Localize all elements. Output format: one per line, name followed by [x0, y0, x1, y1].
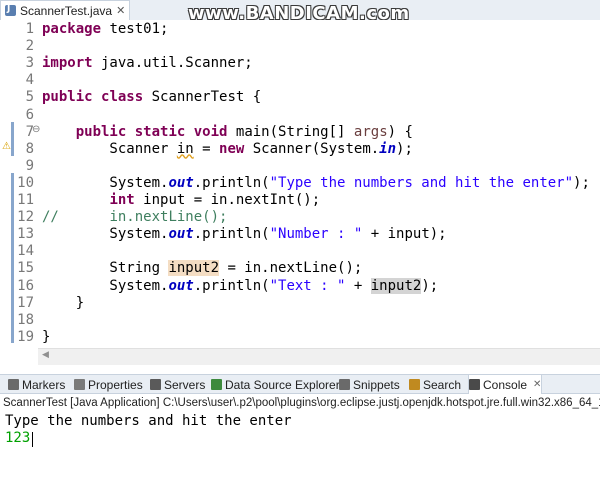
views-tab-bar: Markers Properties Servers Data Source Expl…	[0, 374, 600, 394]
line-number: 15	[17, 260, 34, 277]
line-number: 1	[25, 21, 34, 37]
close-icon[interactable]: ✕	[116, 4, 125, 17]
code-text: Scanner in = new Scanner(System.in);	[42, 140, 413, 157]
code-line[interactable]: 6	[0, 107, 600, 124]
fold-collapse-icon[interactable]: ⊖	[32, 124, 40, 135]
code-line[interactable]: 9	[0, 158, 600, 175]
editor-tab[interactable]: ScannerTest.java ✕	[0, 0, 130, 20]
code-line[interactable]: 17 }	[0, 295, 600, 312]
snippets-icon	[339, 379, 350, 390]
code-line[interactable]: 11 int input = in.nextInt();	[0, 192, 600, 209]
scroll-left-icon[interactable]: ◀	[42, 350, 49, 360]
code-line[interactable]: 10 System.out.println("Type the numbers …	[0, 175, 600, 192]
console-description: ScannerTest [Java Application] C:\Users\…	[3, 397, 600, 409]
code-line[interactable]: 19}	[0, 329, 600, 346]
view-tab-label: Snippets	[353, 377, 400, 392]
line-number: 7	[25, 123, 34, 140]
line-number: 17	[17, 294, 34, 311]
line-number: 4	[25, 72, 34, 89]
view-tab-markers[interactable]: Markers	[8, 375, 65, 394]
console-icon	[469, 379, 480, 390]
close-icon[interactable]: ✕	[533, 379, 541, 390]
code-text: System.out.println("Text : " + input2);	[42, 277, 439, 294]
code-line[interactable]: 4	[0, 72, 600, 89]
code-line[interactable]: 2	[0, 38, 600, 55]
view-tab-label: Servers	[164, 377, 206, 392]
line-number: 5	[25, 89, 34, 106]
console-output[interactable]: Type the numbers and hit the enter 123	[0, 411, 600, 499]
line-number: 12	[17, 209, 34, 226]
code-text: String input2 = in.nextLine();	[42, 260, 363, 277]
view-tab-label: Search	[423, 377, 462, 392]
code-line[interactable]: 1 package test01;	[0, 21, 600, 38]
markers-icon	[8, 379, 19, 390]
text-caret	[32, 432, 33, 447]
code-text: }	[42, 294, 85, 311]
editor-tab-label: ScannerTest.java	[20, 3, 113, 18]
view-tab-label: Markers	[22, 377, 66, 392]
code-text: public static void main(String[] args) {	[75, 123, 413, 140]
code-line[interactable]: 18	[0, 312, 600, 329]
line-number: 9	[25, 157, 34, 174]
line-number: 10	[17, 174, 34, 191]
code-text: // in.nextLine();	[42, 209, 228, 226]
view-tab-console[interactable]: Console ✕	[468, 375, 543, 394]
view-tab-properties[interactable]: Properties	[74, 375, 143, 394]
code-text: import java.util.Scanner;	[42, 55, 253, 72]
code-line[interactable]: 14	[0, 243, 600, 260]
view-tab-search[interactable]: Search	[409, 375, 461, 394]
code-line[interactable]: 7 public static void main(String[] args)…	[0, 124, 600, 141]
properties-icon	[74, 379, 85, 390]
code-line[interactable]: 13 System.out.println("Number : " + inpu…	[0, 226, 600, 243]
code-text: System.out.println("Type the numbers and…	[42, 174, 590, 191]
line-number: 18	[17, 311, 34, 328]
line-number: 13	[17, 226, 34, 243]
console-line: Type the numbers and hit the enter	[5, 413, 292, 429]
line-number: 3	[25, 55, 34, 72]
line-number: 19	[17, 328, 34, 345]
view-tab-label: Properties	[88, 377, 143, 392]
view-tab-label: Console	[483, 377, 528, 392]
line-number: 2	[25, 38, 34, 55]
view-tab-snippets[interactable]: Snippets	[339, 375, 400, 394]
code-text: System.out.println("Number : " + input);	[42, 226, 447, 243]
code-line[interactable]: 12 // in.nextLine();	[0, 209, 600, 226]
code-text: package test01;	[42, 21, 169, 37]
code-line[interactable]: 16 System.out.println("Text : " + input2…	[0, 277, 600, 295]
line-number: 14	[17, 243, 34, 260]
line-number: 6	[25, 106, 34, 123]
console-line: 123	[5, 430, 31, 446]
servers-icon	[150, 379, 161, 390]
line-number: 16	[17, 277, 34, 294]
code-text: }	[42, 328, 51, 345]
warning-icon[interactable]: ⚠	[2, 141, 11, 152]
code-text: int input = in.nextInt();	[109, 192, 321, 208]
view-tab-label: Data Source Explorer	[225, 377, 340, 392]
data-source-icon	[211, 379, 222, 390]
code-line[interactable]: 8 Scanner in = new Scanner(System.in); ⚠	[0, 141, 600, 158]
view-tab-data-source-explorer[interactable]: Data Source Explorer	[211, 375, 340, 394]
code-line[interactable]: 5 public class ScannerTest {	[0, 89, 600, 106]
code-text: public class ScannerTest {	[42, 89, 262, 106]
code-line[interactable]: 15 String input2 = in.nextLine();	[0, 260, 600, 277]
code-editor[interactable]: 1 package test01; 2 3 import java.util.Scann…	[0, 20, 600, 348]
horizontal-scrollbar[interactable]: ◀	[38, 348, 600, 365]
java-file-icon	[5, 4, 16, 16]
line-number: 11	[17, 192, 34, 208]
search-icon	[409, 379, 420, 390]
view-tab-servers[interactable]: Servers	[150, 375, 205, 394]
code-line[interactable]: 3 import java.util.Scanner;	[0, 55, 600, 72]
